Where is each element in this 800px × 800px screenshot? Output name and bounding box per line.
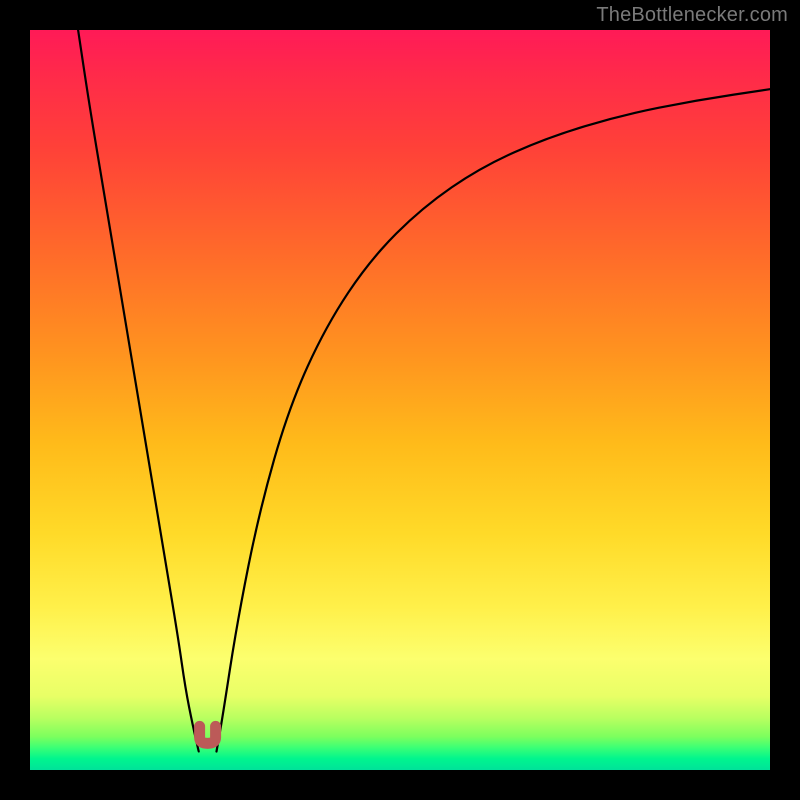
watermark-text: TheBottlenecker.com bbox=[596, 4, 788, 27]
curve-right-arm bbox=[216, 89, 770, 751]
valley-marker bbox=[200, 726, 216, 743]
curve-left-arm bbox=[78, 30, 199, 752]
chart-frame: TheBottlenecker.com bbox=[0, 0, 800, 800]
curve-overlay bbox=[30, 30, 770, 770]
gradient-plot-area bbox=[30, 30, 770, 770]
